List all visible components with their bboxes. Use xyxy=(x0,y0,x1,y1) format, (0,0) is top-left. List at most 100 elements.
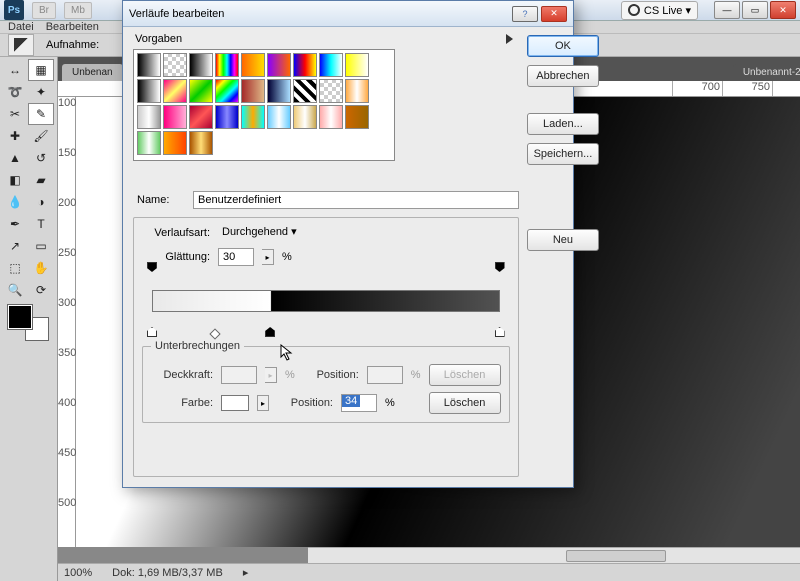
load-button[interactable]: Laden... xyxy=(527,113,600,135)
dialog-title: Verläufe bearbeiten xyxy=(129,8,224,20)
heal-tool[interactable]: ✚ xyxy=(2,125,28,147)
preset-swatch[interactable] xyxy=(163,131,187,155)
eyedropper-tool[interactable]: ✎ xyxy=(28,103,54,125)
color-swatch[interactable] xyxy=(8,305,49,341)
preset-swatch[interactable] xyxy=(345,53,369,77)
deckkraft-label: Deckkraft: xyxy=(151,369,213,381)
dialog-close-button[interactable]: ✕ xyxy=(541,6,567,22)
position-label-1: Position: xyxy=(303,369,359,381)
zoom-tool[interactable]: 🔍 xyxy=(2,279,28,301)
preset-swatch[interactable] xyxy=(215,79,239,103)
maximize-button[interactable]: ▭ xyxy=(742,1,768,19)
preset-swatch[interactable] xyxy=(189,79,213,103)
glattung-stepper[interactable]: ▸ xyxy=(262,249,274,265)
wand-tool[interactable]: ✦ xyxy=(28,81,54,103)
preset-swatch[interactable] xyxy=(319,105,343,129)
glattung-input[interactable] xyxy=(218,248,254,266)
blur-tool[interactable]: 💧 xyxy=(2,191,28,213)
position-input-1 xyxy=(367,366,403,384)
status-bar: 100% Dok: 1,69 MB/3,37 MB ▸ xyxy=(58,563,800,581)
type-tool[interactable]: T xyxy=(28,213,54,235)
preset-swatch[interactable] xyxy=(241,79,265,103)
preset-swatch[interactable] xyxy=(163,79,187,103)
verlaufsart-select[interactable]: Durchgehend ▾ xyxy=(218,224,301,242)
opacity-stop-right[interactable] xyxy=(495,262,505,272)
color-menu[interactable]: ▸ xyxy=(257,395,269,411)
color-stop-left[interactable] xyxy=(147,327,157,337)
cslive-button[interactable]: CS Live ▾ xyxy=(621,1,698,20)
preset-swatch[interactable] xyxy=(293,53,317,77)
preset-swatch[interactable] xyxy=(267,105,291,129)
scrollbar-horizontal[interactable] xyxy=(308,547,800,563)
preset-swatch[interactable] xyxy=(293,79,317,103)
tab-unbenannt1[interactable]: Unbenan xyxy=(62,64,123,81)
presets-grid[interactable] xyxy=(133,49,395,161)
menu-bearbeiten[interactable]: Bearbeiten xyxy=(46,21,99,33)
3d-tool[interactable]: ⬚ xyxy=(2,257,28,279)
preset-swatch[interactable] xyxy=(137,79,161,103)
close-button[interactable]: ✕ xyxy=(770,1,796,19)
color-well[interactable] xyxy=(221,395,249,411)
shape-tool[interactable]: ▭ xyxy=(28,235,54,257)
zoom-label[interactable]: 100% xyxy=(64,567,92,579)
midpoint-marker[interactable] xyxy=(209,328,220,339)
move-tool[interactable]: ↔ xyxy=(2,59,28,81)
preset-swatch[interactable] xyxy=(189,53,213,77)
preset-swatch[interactable] xyxy=(345,105,369,129)
preset-swatch[interactable] xyxy=(137,105,161,129)
path-tool[interactable]: ↗ xyxy=(2,235,28,257)
color-stop-right[interactable] xyxy=(495,327,505,337)
preset-swatch[interactable] xyxy=(163,53,187,77)
save-button[interactable]: Speichern... xyxy=(527,143,600,165)
minimize-button[interactable]: — xyxy=(714,1,740,19)
marquee-tool[interactable]: ▦ xyxy=(28,59,54,81)
menu-datei[interactable]: Datei xyxy=(8,21,34,33)
preset-swatch[interactable] xyxy=(189,105,213,129)
doc-info[interactable]: Dok: 1,69 MB/3,37 MB xyxy=(112,567,223,579)
position-input-2[interactable]: 34 xyxy=(341,394,377,412)
dodge-tool[interactable]: ◑ xyxy=(28,191,54,213)
preset-swatch[interactable] xyxy=(215,53,239,77)
preset-swatch[interactable] xyxy=(137,53,161,77)
preset-swatch[interactable] xyxy=(267,53,291,77)
crop-tool[interactable]: ✂ xyxy=(2,103,28,125)
eraser-tool[interactable]: ◧ xyxy=(2,169,28,191)
preset-swatch[interactable] xyxy=(189,131,213,155)
neu-button[interactable]: Neu xyxy=(527,229,600,251)
preset-swatch[interactable] xyxy=(241,53,265,77)
name-label: Name: xyxy=(137,194,185,206)
history-brush-tool[interactable]: ↺ xyxy=(28,147,54,169)
gradient-preview-bar[interactable] xyxy=(152,290,500,312)
preset-swatch[interactable] xyxy=(137,131,161,155)
preset-swatch[interactable] xyxy=(293,105,317,129)
loeschen-button-2[interactable]: Löschen xyxy=(429,392,501,414)
preset-swatch[interactable] xyxy=(241,105,265,129)
preset-swatch[interactable] xyxy=(267,79,291,103)
color-stop-active[interactable] xyxy=(265,327,275,337)
ok-button[interactable]: OK xyxy=(527,35,600,57)
gradient-bar-editor[interactable] xyxy=(142,274,510,326)
hand-tool[interactable]: ✋ xyxy=(28,257,54,279)
dialog-titlebar[interactable]: Verläufe bearbeiten ? ✕ xyxy=(123,1,573,27)
position-label-2: Position: xyxy=(277,397,333,409)
name-input[interactable] xyxy=(193,191,519,209)
active-tool-icon[interactable] xyxy=(8,34,34,56)
pen-tool[interactable]: ✒ xyxy=(2,213,28,235)
preset-swatch[interactable] xyxy=(215,105,239,129)
rotate-tool[interactable]: ⟳ xyxy=(28,279,54,301)
preset-swatch[interactable] xyxy=(163,105,187,129)
preset-swatch[interactable] xyxy=(319,53,343,77)
presets-menu-icon[interactable] xyxy=(506,34,513,44)
minibridge-tab[interactable]: Mb xyxy=(64,2,92,19)
cancel-button[interactable]: Abbrechen xyxy=(527,65,600,87)
gradient-tool[interactable]: ▰ xyxy=(28,169,54,191)
stamp-tool[interactable]: ▲ xyxy=(2,147,28,169)
brush-tool[interactable]: 🖌 xyxy=(28,125,54,147)
tab-unbenannt2[interactable]: Unbenannt-2.p xyxy=(733,64,800,81)
lasso-tool[interactable]: ➰ xyxy=(2,81,28,103)
bridge-tab[interactable]: Br xyxy=(32,2,56,19)
opacity-stop-left[interactable] xyxy=(147,262,157,272)
dialog-help-button[interactable]: ? xyxy=(512,6,538,22)
preset-swatch[interactable] xyxy=(319,79,343,103)
preset-swatch[interactable] xyxy=(345,79,369,103)
